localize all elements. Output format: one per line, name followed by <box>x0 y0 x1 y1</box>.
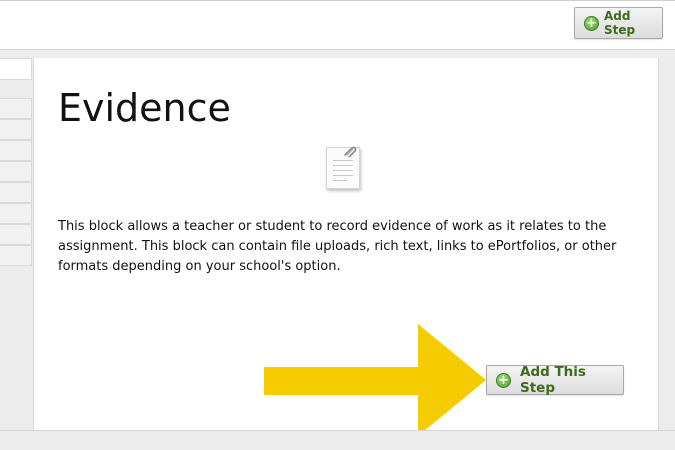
sidebar-item[interactable] <box>0 161 32 182</box>
plus-circle-icon: + <box>584 15 599 31</box>
top-toolbar: + Add Step <box>0 0 675 50</box>
sidebar-item[interactable] <box>0 98 32 119</box>
sidebar-item[interactable] <box>0 224 32 245</box>
block-description: This block allows a teacher or student t… <box>58 219 617 274</box>
add-this-step-label: Add This Step <box>520 364 586 396</box>
document-paperclip-icon <box>326 146 360 189</box>
add-step-button[interactable]: + Add Step <box>574 7 663 39</box>
yellow-arrow-icon <box>264 324 486 436</box>
sidebar-item[interactable] <box>0 203 32 224</box>
sidebar-tab[interactable] <box>0 58 32 80</box>
step-list-sidebar <box>0 58 32 430</box>
sidebar-item[interactable] <box>0 182 32 203</box>
sidebar-item[interactable] <box>0 119 32 140</box>
add-step-label: Add Step <box>604 9 636 37</box>
block-title: Evidence <box>58 86 231 130</box>
paperclip-icon <box>344 146 357 157</box>
plus-circle-icon: + <box>496 372 511 388</box>
bottom-strip <box>0 430 675 450</box>
sidebar-item[interactable] <box>0 140 32 161</box>
sidebar-item[interactable] <box>0 245 32 266</box>
add-this-step-button[interactable]: + Add This Step <box>486 364 624 396</box>
